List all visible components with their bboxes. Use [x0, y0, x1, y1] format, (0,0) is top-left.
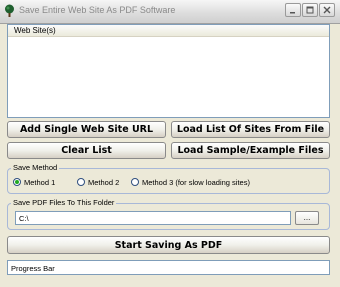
maximize-icon — [306, 6, 314, 14]
output-folder-label: Save PDF Files To This Folder — [11, 198, 117, 207]
radio-label: Method 1 — [24, 177, 56, 187]
clear-list-button[interactable]: Clear List — [7, 142, 166, 159]
radio-label: Method 2 — [88, 177, 120, 187]
close-icon — [323, 6, 331, 14]
close-button[interactable] — [319, 3, 335, 17]
add-single-url-button[interactable]: Add Single Web Site URL — [7, 121, 166, 138]
save-method-label: Save Method — [11, 163, 60, 172]
start-saving-button[interactable]: Start Saving As PDF — [7, 236, 330, 254]
list-column-header[interactable]: Web Site(s) — [8, 25, 329, 37]
radio-indicator[interactable] — [131, 178, 139, 186]
browse-folder-button[interactable]: ... — [295, 211, 319, 225]
radio-label: Method 3 (for slow loading sites) — [142, 177, 250, 187]
minimize-button[interactable] — [285, 3, 301, 17]
output-folder-field[interactable]: C:\ — [15, 211, 291, 225]
tree-icon — [4, 4, 15, 17]
progress-bar: Progress Bar — [7, 260, 330, 275]
website-list[interactable]: Web Site(s) — [7, 24, 330, 118]
title-bar: Save Entire Web Site As PDF Software — [0, 0, 340, 24]
radio-method-3[interactable]: Method 3 (for slow loading sites) — [131, 177, 250, 187]
load-list-button[interactable]: Load List Of Sites From File — [171, 121, 330, 138]
radio-indicator[interactable] — [77, 178, 85, 186]
window-title: Save Entire Web Site As PDF Software — [19, 5, 176, 15]
radio-indicator[interactable] — [13, 178, 21, 186]
radio-method-2[interactable]: Method 2 — [77, 177, 119, 187]
minimize-icon — [290, 12, 295, 14]
radio-method-1[interactable]: Method 1 — [13, 177, 55, 187]
maximize-button[interactable] — [302, 3, 318, 17]
load-sample-button[interactable]: Load Sample/Example Files — [171, 142, 330, 159]
